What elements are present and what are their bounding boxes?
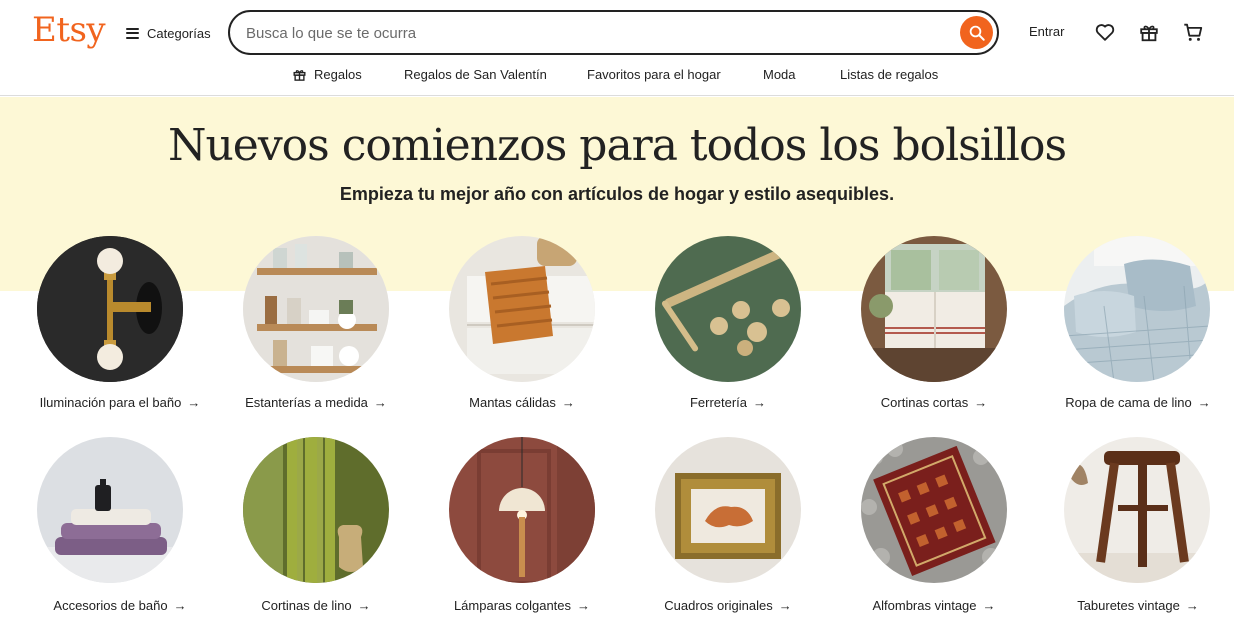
site-header: Etsy Categorías Entrar: [0, 0, 1234, 96]
nav-item-listas-regalos[interactable]: Listas de regalos: [840, 67, 938, 82]
categories-menu-button[interactable]: Categorías: [126, 22, 211, 44]
gift-mode-button[interactable]: [1137, 20, 1161, 44]
search-button[interactable]: [960, 16, 993, 49]
gift-icon: [293, 70, 306, 81]
hero-subtitle: Empieza tu mejor año con artículos de ho…: [339, 184, 895, 204]
search-bar: [228, 10, 999, 55]
category-card-estanterias[interactable]: Estanterías a medida →: [216, 236, 416, 426]
category-label: Lámparas colgantes →: [453, 598, 591, 613]
categories-label: Categorías: [147, 25, 211, 41]
arrow-right-icon: →: [577, 598, 591, 613]
category-image: [243, 236, 389, 382]
category-card-cuadros-originales[interactable]: Cuadros originales →: [628, 437, 828, 627]
category-card-cortinas-cortas[interactable]: Cortinas cortas →: [834, 236, 1034, 426]
hero-title: Nuevos comienzos para todos los bolsillo…: [167, 120, 1067, 171]
category-card-ropa-cama-lino[interactable]: Ropa de cama de lino →: [1038, 236, 1234, 426]
cart-button[interactable]: [1181, 20, 1205, 44]
category-label: Cortinas cortas →: [880, 395, 988, 410]
category-label: Taburetes vintage →: [1077, 598, 1199, 613]
nav-item-san-valentin[interactable]: Regalos de San Valentín: [404, 67, 547, 82]
category-card-taburetes-vintage[interactable]: Taburetes vintage →: [1038, 437, 1234, 627]
secondary-nav: Regalos Regalos de San Valentín Favorito…: [0, 64, 1234, 86]
category-image: [861, 236, 1007, 382]
category-card-cortinas-lino[interactable]: Cortinas de lino →: [216, 437, 416, 627]
category-image: [449, 236, 595, 382]
category-card-iluminacion-bano[interactable]: Iluminación para el baño →: [10, 236, 210, 426]
category-card-alfombras-vintage[interactable]: Alfombras vintage →: [834, 437, 1034, 627]
category-image: [449, 437, 595, 583]
category-image: [37, 437, 183, 583]
heart-icon: [1095, 24, 1115, 41]
arrow-right-icon: →: [357, 598, 371, 613]
arrow-right-icon: →: [982, 598, 996, 613]
arrow-right-icon: →: [561, 395, 575, 410]
category-card-accesorios-bano[interactable]: Accesorios de baño →: [10, 437, 210, 627]
category-label: Cuadros originales →: [664, 598, 792, 613]
category-image: [655, 437, 801, 583]
arrow-right-icon: →: [1197, 395, 1211, 410]
arrow-right-icon: →: [173, 598, 187, 613]
etsy-logo[interactable]: Etsy: [32, 10, 106, 50]
arrow-right-icon: →: [187, 395, 201, 410]
category-card-ferreteria[interactable]: Ferretería →: [628, 236, 828, 426]
nav-item-regalos[interactable]: Regalos: [292, 67, 362, 82]
hamburger-icon: [126, 27, 139, 39]
arrow-right-icon: →: [753, 395, 767, 410]
category-label: Accesorios de baño →: [53, 598, 187, 613]
category-label: Estanterías a medida →: [245, 395, 387, 410]
category-card-lamparas-colgantes[interactable]: Lámparas colgantes →: [422, 437, 622, 627]
category-image: [37, 236, 183, 382]
arrow-right-icon: →: [373, 395, 387, 410]
category-image: [243, 437, 389, 583]
gift-icon: [1140, 25, 1158, 42]
cart-icon: [1184, 23, 1203, 41]
category-label: Cortinas de lino →: [261, 598, 371, 613]
category-image: [655, 236, 801, 382]
category-label: Mantas cálidas →: [469, 395, 575, 410]
arrow-right-icon: →: [974, 395, 988, 410]
arrow-right-icon: →: [778, 598, 792, 613]
search-icon: [969, 25, 985, 41]
category-card-mantas[interactable]: Mantas cálidas →: [422, 236, 622, 426]
category-label: Alfombras vintage →: [872, 598, 996, 613]
category-image: [1064, 437, 1210, 583]
category-label: Ropa de cama de lino →: [1065, 395, 1211, 410]
category-image: [1064, 236, 1210, 382]
nav-item-favoritos-hogar[interactable]: Favoritos para el hogar: [587, 67, 721, 82]
favorites-button[interactable]: [1093, 20, 1117, 44]
category-label: Iluminación para el baño →: [39, 395, 201, 410]
arrow-right-icon: →: [1185, 598, 1199, 613]
search-input[interactable]: [246, 21, 946, 45]
category-image: [861, 437, 1007, 583]
category-label: Ferretería →: [689, 395, 767, 410]
sign-in-link[interactable]: Entrar: [1029, 24, 1064, 39]
nav-item-moda[interactable]: Moda: [763, 67, 796, 82]
